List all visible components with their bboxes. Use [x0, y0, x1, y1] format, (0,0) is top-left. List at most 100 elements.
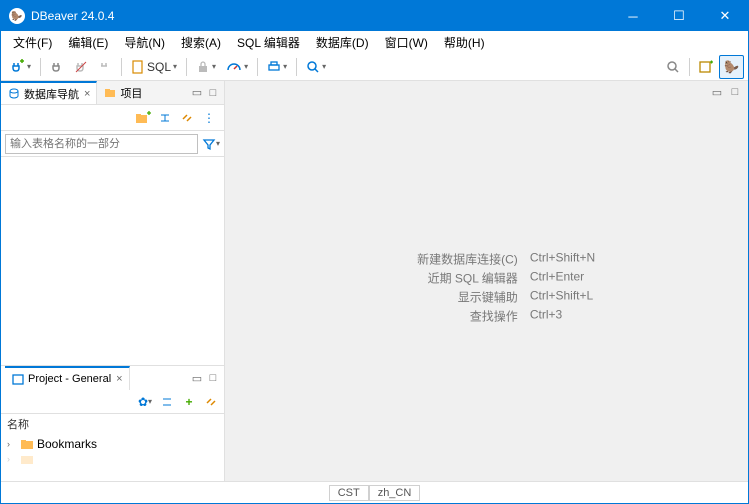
menu-edit[interactable]: 编辑(E) — [60, 32, 116, 53]
link-button[interactable] — [178, 109, 196, 127]
shortcut-row: 显示键辅助 Ctrl+Shift+L — [378, 289, 595, 306]
tab-database-navigator[interactable]: 数据库导航 × — [1, 81, 97, 104]
nav-tabs: 数据库导航 × 项目 ▭ □ — [1, 81, 224, 105]
menubar: 文件(F) 编辑(E) 导航(N) 搜索(A) SQL 编辑器 数据库(D) 窗… — [1, 31, 748, 53]
folder-plus-icon — [135, 111, 151, 125]
sql-file-icon — [131, 60, 145, 74]
minimize-panel-icon[interactable]: ▭ — [710, 85, 724, 99]
menu-help[interactable]: 帮助(H) — [436, 32, 493, 53]
minimize-panel-icon[interactable]: ▭ — [190, 371, 204, 385]
minimize-button[interactable]: ─ — [610, 1, 656, 31]
dbeaver-perspective-button[interactable]: 🦫 — [719, 55, 744, 79]
plug-plus-icon — [9, 59, 25, 75]
editor-controls: ▭ □ — [225, 81, 748, 103]
dropdown-icon: ▾ — [27, 62, 31, 71]
main-area: 数据库导航 × 项目 ▭ □ ⋮ ▾ — [1, 81, 748, 481]
nav-panel-toolbar: ⋮ — [1, 105, 224, 131]
close-icon[interactable]: × — [84, 88, 90, 100]
shortcut-key: Ctrl+Enter — [530, 270, 584, 287]
maximize-panel-icon[interactable]: □ — [206, 371, 220, 385]
close-icon[interactable]: × — [116, 373, 122, 385]
column-header-name: 名称 — [7, 416, 218, 432]
minimize-panel-icon[interactable]: ▭ — [190, 86, 204, 100]
collapse-icon — [160, 395, 174, 409]
maximize-button[interactable]: ☐ — [656, 1, 702, 31]
tx-button[interactable]: ▾ — [222, 55, 252, 79]
kebab-icon: ⋮ — [203, 111, 215, 125]
left-sidebar: 数据库导航 × 项目 ▭ □ ⋮ ▾ — [1, 81, 225, 481]
printer-icon — [267, 60, 281, 74]
tree-item[interactable]: › — [7, 452, 218, 466]
add-button[interactable]: + — [180, 393, 198, 411]
link-button[interactable] — [202, 393, 220, 411]
plug-off-icon — [74, 60, 88, 74]
dropdown-icon: ▾ — [148, 397, 152, 406]
tab-label: 数据库导航 — [24, 86, 79, 102]
search-icon — [666, 60, 680, 74]
maximize-panel-icon[interactable]: □ — [728, 85, 742, 99]
shortcut-key: Ctrl+Shift+N — [530, 251, 595, 268]
collapse-button[interactable] — [158, 393, 176, 411]
plus-icon: + — [185, 395, 192, 409]
search-button[interactable]: ▾ — [302, 55, 330, 79]
global-search-button[interactable] — [662, 55, 684, 79]
filter-button[interactable]: ▾ — [202, 135, 220, 153]
status-timezone[interactable]: CST — [329, 485, 369, 501]
tab-project-general[interactable]: Project - General × — [5, 366, 130, 390]
gauge-icon — [226, 60, 242, 74]
dropdown-icon: ▾ — [322, 62, 326, 71]
sql-label: SQL — [147, 60, 171, 74]
titlebar: 🦫 DBeaver 24.0.4 ─ ☐ ✕ — [1, 1, 748, 31]
perspective-button[interactable] — [695, 55, 717, 79]
gear-icon: ✿ — [138, 395, 148, 409]
shortcut-row: 近期 SQL 编辑器Ctrl+Enter — [378, 270, 595, 287]
export-button[interactable]: ▾ — [263, 55, 291, 79]
status-locale[interactable]: zh_CN — [369, 485, 421, 501]
shortcut-label: 新建数据库连接(C) — [378, 251, 518, 268]
lock-icon — [196, 60, 210, 74]
project-tree[interactable]: 名称 › Bookmarks › — [1, 414, 224, 481]
tab-projects[interactable]: 项目 — [97, 81, 148, 104]
new-folder-button[interactable] — [134, 109, 152, 127]
filter-input[interactable] — [5, 134, 198, 154]
chevron-right-icon[interactable]: › — [7, 439, 17, 449]
app-icon: 🦫 — [9, 8, 25, 24]
new-connection-button[interactable]: ▾ — [5, 55, 35, 79]
shortcut-key: Ctrl+Shift+L — [530, 289, 593, 306]
disconnect-button[interactable] — [70, 55, 92, 79]
reconnect-button[interactable] — [94, 55, 116, 79]
menu-nav[interactable]: 导航(N) — [116, 32, 173, 53]
menu-file[interactable]: 文件(F) — [5, 32, 60, 53]
link-icon — [204, 395, 218, 409]
shortcuts-hint: 新建数据库连接(C) Ctrl+Shift+N 近期 SQL 编辑器Ctrl+En… — [378, 251, 595, 327]
sql-editor-button[interactable]: SQL ▾ — [127, 55, 181, 79]
filter-row: ▾ — [1, 131, 224, 157]
chevron-right-icon[interactable]: › — [7, 454, 17, 464]
window-plus-icon — [699, 60, 713, 74]
connect-button[interactable] — [46, 55, 68, 79]
commit-button[interactable]: ▾ — [192, 55, 220, 79]
main-toolbar: ▾ SQL ▾ ▾ ▾ ▾ ▾ 🦫 — [1, 53, 748, 81]
project-panel: Project - General × ▭ □ ✿▾ + 名称 › — [1, 365, 224, 481]
plug-icon — [50, 60, 64, 74]
menu-button[interactable]: ⋮ — [200, 109, 218, 127]
dropdown-icon: ▾ — [283, 62, 287, 71]
nav-tree-body[interactable] — [1, 157, 224, 365]
menu-window[interactable]: 窗口(W) — [377, 32, 436, 53]
folder-tree-icon — [103, 86, 117, 100]
search-icon — [306, 60, 320, 74]
menu-db[interactable]: 数据库(D) — [308, 32, 377, 53]
dropdown-icon: ▾ — [244, 62, 248, 71]
maximize-panel-icon[interactable]: □ — [206, 86, 220, 100]
menu-sql[interactable]: SQL 编辑器 — [229, 32, 308, 53]
tree-item-bookmarks[interactable]: › Bookmarks — [7, 436, 218, 452]
tab-label: 项目 — [120, 85, 142, 101]
close-button[interactable]: ✕ — [702, 1, 748, 31]
shortcut-label: 显示键辅助 — [378, 289, 518, 306]
statusbar: CST zh_CN — [1, 481, 748, 503]
menu-search[interactable]: 搜索(A) — [173, 32, 229, 53]
link-icon — [180, 111, 194, 125]
refresh-button[interactable] — [156, 109, 174, 127]
folder-icon — [20, 453, 34, 465]
settings-button[interactable]: ✿▾ — [136, 393, 154, 411]
